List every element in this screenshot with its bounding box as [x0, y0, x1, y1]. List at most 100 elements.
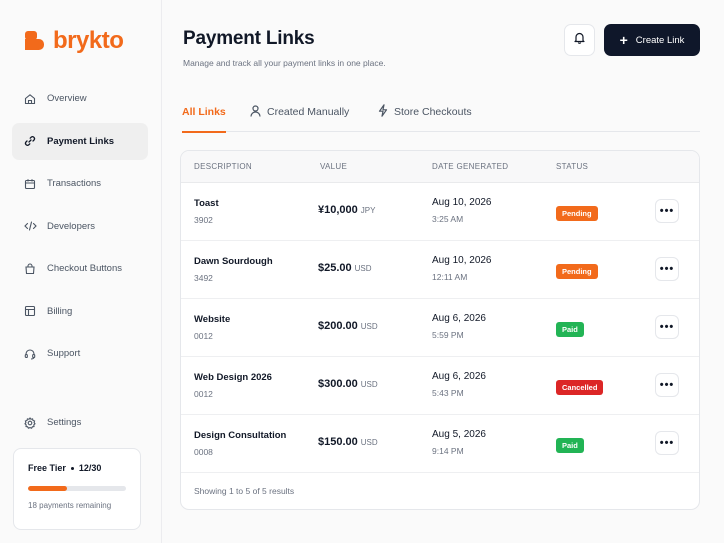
time: 5:43 PM — [432, 388, 464, 398]
value-cell: $200.00 USD — [318, 320, 378, 332]
sidebar-item-developers[interactable]: Developers — [12, 208, 148, 245]
link-id: 0012 — [194, 331, 213, 341]
home-icon — [23, 92, 37, 106]
sidebar-item-checkout-buttons[interactable]: Checkout Buttons — [12, 250, 148, 287]
tier-progress-fill — [28, 486, 68, 491]
receipt-icon — [23, 304, 37, 318]
sidebar-settings-section: Settings — [12, 404, 148, 447]
link-id: 3902 — [194, 215, 213, 225]
brand-logo[interactable]: brykto — [25, 27, 124, 54]
gear-icon — [23, 416, 37, 430]
sidebar-item-billing[interactable]: Billing — [12, 293, 148, 330]
sidebar: brykto Overview Payment Links Transactio… — [0, 0, 162, 543]
value-cell: ¥10,000 JPY — [318, 204, 375, 216]
currency: JPY — [360, 206, 376, 215]
currency: USD — [360, 322, 378, 331]
table-row[interactable]: Dawn Sourdough 3492 $25.00 USD Aug 10, 20… — [181, 241, 699, 299]
brand-name: brykto — [53, 27, 124, 54]
more-icon: ••• — [659, 263, 675, 275]
calendar-icon — [23, 177, 37, 191]
tier-title: Free Tier 12/30 — [28, 463, 126, 473]
status-cell: Cancelled — [556, 377, 604, 395]
date: Aug 6, 2026 — [432, 371, 486, 382]
more-options-button[interactable]: ••• — [655, 199, 679, 223]
column-header-date: DATE GENERATED — [432, 162, 509, 171]
currency: USD — [360, 438, 378, 447]
main-content: Payment Links Manage and track all your … — [162, 0, 724, 543]
amount: $25.00 — [318, 262, 352, 274]
more-options-button[interactable]: ••• — [655, 431, 679, 455]
amount: $300.00 — [318, 378, 358, 390]
bell-icon — [573, 31, 586, 49]
pagination-summary: Showing 1 to 5 of 5 results — [194, 486, 295, 496]
separator-dot — [70, 466, 74, 470]
sidebar-item-label: Checkout Buttons — [47, 263, 122, 274]
link-icon — [23, 134, 37, 148]
time: 9:14 PM — [432, 446, 464, 456]
brykto-logo-icon — [25, 30, 47, 52]
link-name: Website — [194, 314, 231, 325]
tab-all-links[interactable]: All Links — [182, 92, 226, 133]
table-row[interactable]: Web Design 2026 0012 $300.00 USD Aug 6, 2… — [181, 357, 699, 415]
sidebar-item-label: Transactions — [47, 178, 102, 189]
date: Aug 6, 2026 — [432, 313, 486, 324]
lightning-icon — [378, 104, 388, 120]
date: Aug 10, 2026 — [432, 255, 492, 266]
column-header-description: DESCRIPTION — [194, 162, 252, 171]
link-name: Dawn Sourdough — [194, 256, 273, 267]
description-cell: Design Consultation 0008 — [194, 430, 286, 457]
app: brykto Overview Payment Links Transactio… — [0, 0, 724, 543]
date-cell: Aug 10, 2026 3:25 AM — [432, 197, 492, 224]
value-cell: $150.00 USD — [318, 436, 378, 448]
sidebar-nav: Overview Payment Links Transactions Deve… — [12, 80, 148, 378]
tier-progress-bar — [28, 486, 126, 491]
column-header-value: VALUE — [320, 162, 348, 171]
date: Aug 5, 2026 — [432, 429, 486, 440]
link-id: 0008 — [194, 447, 213, 457]
sidebar-item-settings[interactable]: Settings — [12, 404, 148, 441]
date-cell: Aug 5, 2026 9:14 PM — [432, 429, 486, 456]
more-icon: ••• — [659, 437, 675, 449]
tier-name: Free Tier — [28, 463, 66, 473]
more-options-button[interactable]: ••• — [655, 257, 679, 281]
table-row[interactable]: Website 0012 $200.00 USD Aug 6, 2026 5:59… — [181, 299, 699, 357]
link-name: Design Consultation — [194, 430, 287, 441]
description-cell: Toast 3902 — [194, 198, 219, 225]
time: 5:59 PM — [432, 330, 464, 340]
create-link-button[interactable]: + Create Link — [604, 24, 700, 56]
table-row[interactable]: Design Consultation 0008 $150.00 USD Aug … — [181, 415, 699, 473]
column-header-status: STATUS — [556, 162, 589, 171]
tab-label: Store Checkouts — [394, 106, 472, 118]
status-cell: Paid — [556, 435, 584, 453]
payment-links-table: DESCRIPTION VALUE DATE GENERATED STATUS … — [180, 150, 700, 510]
link-id: 0012 — [194, 389, 213, 399]
date: Aug 10, 2026 — [432, 197, 492, 208]
sidebar-item-overview[interactable]: Overview — [12, 80, 148, 117]
status-badge: Pending — [556, 264, 598, 279]
more-options-button[interactable]: ••• — [655, 373, 679, 397]
tab-label: All Links — [182, 106, 226, 118]
date-cell: Aug 10, 2026 12:11 AM — [432, 255, 492, 282]
status-badge: Paid — [556, 438, 584, 453]
page-title: Payment Links — [183, 28, 315, 49]
currency: USD — [354, 264, 372, 273]
sidebar-item-transactions[interactable]: Transactions — [12, 165, 148, 202]
sidebar-item-label: Overview — [47, 93, 87, 104]
tier-note: 18 payments remaining — [28, 501, 112, 510]
status-badge: Cancelled — [556, 380, 604, 395]
amount: $200.00 — [318, 320, 358, 332]
table-row[interactable]: Toast 3902 ¥10,000 JPY Aug 10, 2026 3:25 … — [181, 183, 699, 241]
user-icon — [250, 104, 261, 120]
notifications-button[interactable] — [564, 24, 595, 56]
sidebar-item-support[interactable]: Support — [12, 335, 148, 372]
description-cell: Website 0012 — [194, 314, 230, 341]
date-cell: Aug 6, 2026 5:43 PM — [432, 371, 486, 398]
more-options-button[interactable]: ••• — [655, 315, 679, 339]
status-badge: Paid — [556, 322, 584, 337]
status-cell: Pending — [556, 203, 598, 221]
tab-label: Created Manually — [267, 106, 350, 118]
sidebar-item-payment-links[interactable]: Payment Links — [12, 122, 148, 160]
more-icon: ••• — [659, 379, 675, 391]
tab-created-manually[interactable]: Created Manually — [250, 92, 349, 132]
tab-store-checkouts[interactable]: Store Checkouts — [378, 92, 472, 132]
